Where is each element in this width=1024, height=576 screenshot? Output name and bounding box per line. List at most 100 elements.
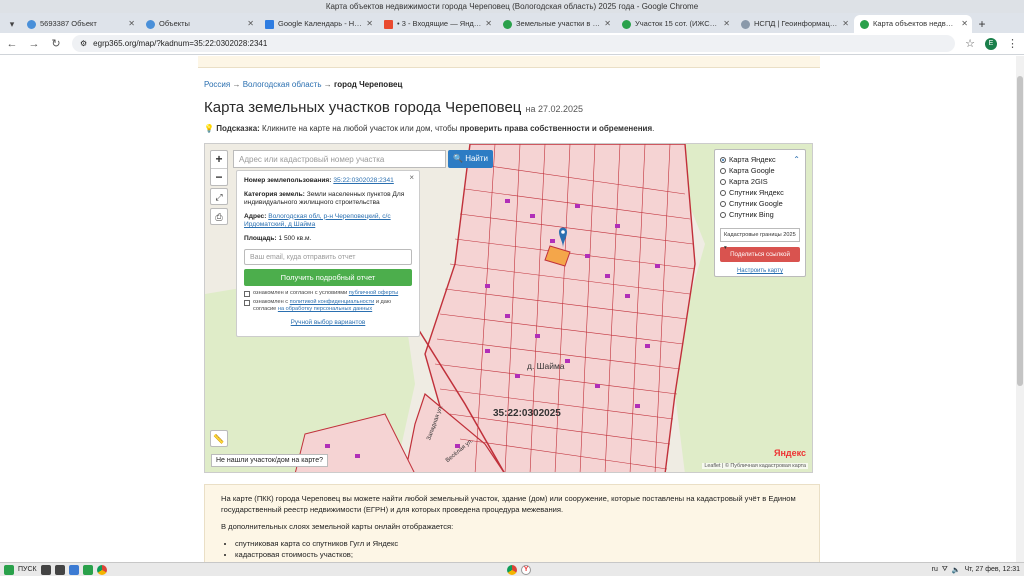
close-icon[interactable]: ✕ bbox=[485, 15, 492, 33]
radio[interactable] bbox=[720, 200, 726, 207]
start-button[interactable]: ПУСК bbox=[18, 566, 37, 573]
find-button[interactable]: 🔍 Найти bbox=[448, 150, 493, 168]
files-icon[interactable] bbox=[40, 564, 51, 575]
language-indicator[interactable]: ru bbox=[932, 566, 938, 573]
location-pin-dot bbox=[561, 230, 565, 234]
address-bar[interactable]: ⚙ egrp365.org/map/?kadnum=35:22:0302028:… bbox=[72, 35, 956, 52]
radio[interactable] bbox=[720, 167, 726, 174]
tab-4[interactable]: • 3 - Входящие — Яндекс ✕ bbox=[378, 15, 496, 33]
offer-checkbox-row[interactable]: ознакомлен и согласен с условиями публич… bbox=[244, 290, 412, 297]
close-icon[interactable]: ✕ bbox=[842, 15, 849, 33]
zoom-out-button[interactable]: − bbox=[211, 168, 227, 185]
chevron-up-icon[interactable]: ⌃ bbox=[793, 154, 800, 165]
reload-icon[interactable]: ↻ bbox=[50, 37, 62, 50]
forward-icon[interactable]: → bbox=[28, 38, 40, 50]
close-icon[interactable]: ✕ bbox=[961, 15, 968, 33]
tab-5[interactable]: Земельные участки в Чер ✕ bbox=[497, 15, 615, 33]
menu-kebab-icon[interactable]: ⋮ bbox=[1007, 37, 1018, 50]
site-info-icon[interactable]: ⚙ bbox=[80, 35, 87, 52]
app-icon-green[interactable] bbox=[82, 564, 93, 575]
layer-option[interactable]: Спутник Google bbox=[720, 198, 800, 209]
page-scrollbar[interactable] bbox=[1016, 56, 1024, 562]
village-label: д. Шайма bbox=[527, 361, 565, 371]
map-attribution[interactable]: Leaflet | © Публичная кадастровая карта bbox=[702, 463, 808, 469]
zoom-control: + − bbox=[210, 150, 228, 186]
breadcrumb-russia[interactable]: Россия bbox=[204, 80, 230, 89]
window-titlebar: Карта объектов недвижимости города Череп… bbox=[0, 0, 1024, 13]
layer-option[interactable]: Карта 2GIS bbox=[720, 176, 800, 187]
tab-6[interactable]: Участок 15 сот. (ИЖС) на ✕ bbox=[616, 15, 734, 33]
parcel-popup: × Номер землепользования: 35:22:0302028:… bbox=[236, 170, 420, 337]
layer-option[interactable]: Карта Google bbox=[720, 165, 800, 176]
bookmark-star-icon[interactable]: ☆ bbox=[965, 37, 975, 50]
parcel-address-link[interactable]: Вологодская обл, р-н Череповецкий, с/с И… bbox=[244, 213, 391, 229]
yandex-browser-icon[interactable]: Y bbox=[521, 564, 532, 575]
page-date: на 27.02.2025 bbox=[525, 104, 584, 114]
get-report-button[interactable]: Получить подробный отчет bbox=[244, 269, 412, 286]
setup-map-link[interactable]: Настроить карту bbox=[720, 266, 800, 277]
scroll-thumb[interactable] bbox=[1017, 76, 1023, 386]
village-parcels bbox=[424, 144, 696, 472]
app-icon[interactable] bbox=[68, 564, 79, 575]
chrome-taskbar-icon[interactable] bbox=[96, 564, 107, 575]
calendar-icon bbox=[265, 19, 274, 29]
zoom-in-button[interactable]: + bbox=[211, 151, 227, 168]
email-input[interactable]: Ваш email, куда отправить отчет bbox=[244, 249, 412, 265]
tab-2[interactable]: Объекты ✕ bbox=[140, 15, 258, 33]
tab-search-icon[interactable]: ▾ bbox=[4, 15, 20, 33]
terminal-icon[interactable] bbox=[54, 564, 65, 575]
tab-1[interactable]: 5693387 Объект ✕ bbox=[21, 15, 139, 33]
page-title: Карта земельных участков города Черепове… bbox=[204, 99, 584, 116]
cadastral-map[interactable]: + − ⤢ ⎙ 📏 Адрес или кадастровый номер уч… bbox=[204, 143, 813, 473]
offer-checkbox[interactable] bbox=[244, 291, 250, 297]
popup-area: Площадь: 1 500 кв.м. bbox=[244, 234, 312, 242]
privacy-checkbox-row[interactable]: ознакомлен с политикой конфиденциальност… bbox=[244, 299, 412, 313]
print-icon[interactable]: ⎙ bbox=[210, 208, 228, 225]
taskbar: ПУСК Y ru ⛛ 🔈 Чт, 27 фев, 12:31 bbox=[0, 562, 1024, 576]
popup-number: Номер землепользования: 35:22:0302028:23… bbox=[244, 177, 394, 184]
layer-option[interactable]: Карта Яндекс bbox=[720, 154, 800, 165]
globe-icon bbox=[146, 19, 155, 29]
privacy-checkbox[interactable] bbox=[244, 300, 250, 306]
map-search-input[interactable]: Адрес или кадастровый номер участка bbox=[233, 150, 446, 168]
chrome-window-icon[interactable] bbox=[507, 564, 518, 575]
cadastral-layer-select[interactable]: Кадастровые границы 2025 ▾ bbox=[720, 228, 800, 251]
clock[interactable]: Чт, 27 фев, 12:31 bbox=[965, 566, 1021, 573]
ruler-icon[interactable]: 📏 bbox=[210, 430, 228, 447]
breadcrumb-region[interactable]: Вологодская область bbox=[243, 80, 322, 89]
back-icon[interactable]: ← bbox=[6, 38, 18, 50]
close-icon[interactable]: ✕ bbox=[247, 15, 254, 33]
profile-avatar[interactable]: E bbox=[985, 37, 997, 50]
close-icon[interactable]: ✕ bbox=[366, 15, 373, 33]
breadcrumb-city: город Череповец bbox=[333, 80, 403, 89]
share-link-button[interactable]: Поделиться ссылкой bbox=[720, 247, 800, 262]
radio[interactable] bbox=[720, 178, 726, 185]
parcel-number-link[interactable]: 35:22:0302028:2341 bbox=[333, 177, 394, 184]
not-found-button[interactable]: Не нашли участок/дом на карте? bbox=[211, 454, 328, 467]
address-row: ← → ↻ ⚙ egrp365.org/map/?kadnum=35:22:03… bbox=[0, 33, 1024, 55]
tab-3[interactable]: Google Календарь - Неде ✕ bbox=[259, 15, 377, 33]
close-icon[interactable]: ✕ bbox=[128, 15, 135, 33]
cadastral-block-label: 35:22:0302025 bbox=[493, 408, 561, 419]
tab-8-active[interactable]: Карта объектов недвижи ✕ bbox=[854, 15, 972, 33]
fullscreen-icon[interactable]: ⤢ bbox=[210, 188, 228, 205]
new-tab-button[interactable]: + bbox=[973, 15, 991, 33]
green-icon bbox=[503, 19, 512, 29]
radio[interactable] bbox=[720, 211, 726, 218]
green-icon bbox=[622, 19, 631, 29]
manual-choice-link[interactable]: Ручной выбор вариантов bbox=[244, 319, 412, 328]
tab-7[interactable]: НСПД | Геоинформацион ✕ bbox=[735, 15, 853, 33]
close-icon[interactable]: ✕ bbox=[723, 15, 730, 33]
globe-icon bbox=[27, 19, 36, 29]
info-list-item: спутниковая карта со спутников Гугл и Ян… bbox=[235, 538, 803, 549]
radio-selected[interactable] bbox=[720, 156, 726, 163]
layer-option[interactable]: Спутник Bing bbox=[720, 209, 800, 220]
network-icon[interactable]: ⛛ bbox=[942, 566, 948, 574]
layer-option[interactable]: Спутник Яндекс bbox=[720, 187, 800, 198]
radio[interactable] bbox=[720, 189, 726, 196]
mail-icon bbox=[384, 19, 393, 29]
close-icon[interactable]: ✕ bbox=[604, 15, 611, 33]
start-menu-icon[interactable] bbox=[4, 564, 14, 575]
popup-close-icon[interactable]: × bbox=[409, 173, 414, 183]
volume-icon[interactable]: 🔈 bbox=[952, 566, 961, 574]
